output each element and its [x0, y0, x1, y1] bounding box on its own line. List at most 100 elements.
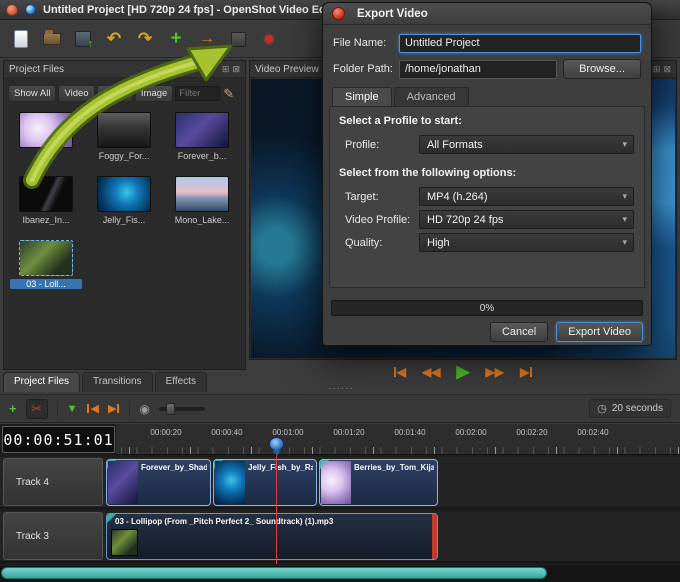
fast-forward-button[interactable]: ▶▶: [486, 365, 504, 379]
tab-advanced[interactable]: Advanced: [394, 87, 469, 106]
undo-icon: ↶: [107, 29, 121, 49]
file-name-label: File Name:: [333, 37, 399, 49]
quality-row: Quality: High: [345, 233, 634, 252]
zoom-slider-handle[interactable]: [166, 403, 175, 415]
profile-arrow-icon: →: [199, 30, 215, 48]
target-dropdown[interactable]: MP4 (h.264): [419, 187, 634, 206]
filter-audio-button[interactable]: Audio: [97, 85, 133, 102]
filter-image-button[interactable]: Image: [135, 85, 173, 102]
panel-float-icon[interactable]: ⊞: [222, 64, 230, 75]
export-video-button[interactable]: ●: [257, 26, 281, 52]
media-item-mono-lake[interactable]: Mono_Lake...: [163, 171, 241, 235]
folder-path-input[interactable]: [399, 60, 557, 79]
jump-start-icon: [394, 367, 396, 377]
previous-marker-button[interactable]: ◀: [86, 402, 98, 415]
media-item-forever[interactable]: Forever_b...: [163, 107, 241, 171]
zoom-level-label: 20 seconds: [612, 403, 663, 414]
panel-close-icon[interactable]: ⊠: [663, 64, 671, 75]
export-dialog-tabs: Simple Advanced: [332, 87, 471, 106]
add-track-icon: +: [9, 401, 17, 416]
center-playhead-button[interactable]: ◉: [139, 402, 149, 416]
dialog-title: Export Video: [357, 8, 428, 20]
tab-effects[interactable]: Effects: [155, 372, 207, 392]
thumbnail-image: [19, 240, 73, 276]
zoom-slider[interactable]: [159, 407, 205, 411]
next-marker-icon: ▶: [108, 402, 116, 415]
project-files-panel: Project Files ⊞ ⊠ Show All Video Audio I…: [3, 60, 246, 370]
redo-button[interactable]: ↷: [133, 26, 157, 52]
target-label: Target:: [345, 191, 419, 203]
browse-button[interactable]: Browse...: [563, 59, 641, 79]
thumbnail-image: [97, 176, 151, 212]
track-row-3: Track 3 03 - Lollipop (From _Pitch Perfe…: [0, 511, 680, 563]
open-project-button[interactable]: [40, 26, 64, 52]
clip-thumbnail: [108, 461, 138, 504]
fullscreen-button[interactable]: [226, 26, 250, 52]
export-button[interactable]: Export Video: [556, 322, 643, 342]
ruler-tick: 00:02:20: [508, 428, 556, 437]
dialog-close-button[interactable]: [332, 7, 345, 20]
add-track-button[interactable]: +: [9, 401, 17, 416]
filter-video-button[interactable]: Video: [58, 85, 94, 102]
media-item-berries[interactable]: Be...: [7, 107, 85, 171]
video-profile-dropdown[interactable]: HD 720p 24 fps: [419, 210, 634, 229]
open-folder-icon: [43, 33, 61, 45]
cancel-button[interactable]: Cancel: [490, 322, 548, 342]
thumbnail-image: [175, 176, 229, 212]
timeline-scrollbar-thumb[interactable]: [1, 567, 547, 579]
splitter-grip[interactable]: ······: [328, 383, 354, 394]
clip-lollipop-audio[interactable]: 03 - Lollipop (From _Pitch Perfect 2_ So…: [106, 513, 438, 560]
dialog-title-bar: Export Video: [323, 3, 651, 25]
playback-controls: ◀ ◀◀ ▶ ▶▶ ▶: [249, 361, 677, 383]
window-close-button[interactable]: [6, 4, 18, 16]
quality-dropdown[interactable]: High: [419, 233, 634, 252]
tab-project-files[interactable]: Project Files: [3, 372, 80, 392]
choose-profile-button[interactable]: →: [195, 26, 219, 52]
record-icon: ●: [264, 29, 274, 49]
tab-transitions[interactable]: Transitions: [82, 372, 153, 392]
clip-forever[interactable]: Forever_by_Shady_S...: [106, 459, 211, 506]
timeline-scrollbar-track[interactable]: [0, 566, 680, 582]
ruler-tick: 00:01:40: [386, 428, 434, 437]
panel-float-icon[interactable]: ⊞: [653, 64, 661, 75]
track-3-label: Track 3: [3, 512, 103, 560]
playhead-handle[interactable]: [269, 437, 284, 451]
zoom-level-control[interactable]: ◷ 20 seconds: [589, 399, 671, 418]
filter-show-all-button[interactable]: Show All: [8, 85, 56, 102]
dock-tabs: Project Files Transitions Effects: [3, 372, 207, 392]
tab-simple[interactable]: Simple: [332, 87, 392, 106]
snapping-button[interactable]: ▼: [67, 403, 78, 415]
clear-filter-icon[interactable]: ✎: [223, 86, 234, 102]
razor-tool-button[interactable]: ✂: [26, 399, 48, 419]
project-files-header: Project Files ⊞ ⊠: [4, 61, 245, 78]
undo-button[interactable]: ↶: [102, 26, 126, 52]
media-item-lollipop-selected[interactable]: 03 - Loll...: [7, 235, 85, 299]
next-marker-button[interactable]: ▶: [108, 402, 120, 415]
rewind-button[interactable]: ◀◀: [422, 365, 440, 379]
new-project-button[interactable]: [9, 26, 33, 52]
media-item-ibanez[interactable]: Ibanez_In...: [7, 171, 85, 235]
jump-end-icon: [530, 367, 532, 377]
play-icon: ▶: [456, 362, 469, 382]
clip-berries[interactable]: Berries_by_Tom_Kijas.j...: [319, 459, 438, 506]
timeline-tracks: Track 4 Forever_by_Shady_S... Jelly_Fish…: [0, 455, 680, 551]
filter-input[interactable]: [175, 86, 220, 101]
file-name-input[interactable]: [399, 34, 641, 53]
razor-icon: ✂: [31, 401, 42, 417]
play-button[interactable]: ▶: [456, 362, 469, 382]
profile-dropdown[interactable]: All Formats: [419, 135, 634, 154]
window-title: Untitled Project [HD 720p 24 fps] - Open…: [43, 4, 326, 16]
panel-close-icon[interactable]: ⊠: [232, 64, 240, 75]
clip-jellyfish[interactable]: Jelly_Fish_by_RaDu_G...: [213, 459, 317, 506]
dialog-buttons: Cancel Export Video: [490, 322, 643, 342]
media-item-foggy-forest[interactable]: Foggy_For...: [85, 107, 163, 171]
jump-start-button[interactable]: ◀: [393, 365, 406, 379]
media-item-jellyfish[interactable]: Jelly_Fis...: [85, 171, 163, 235]
save-icon: [75, 31, 91, 47]
timeline-ruler[interactable]: 00:00:20 00:00:40 00:01:00 00:01:20 00:0…: [116, 424, 680, 455]
ruler-tick: 00:02:40: [569, 428, 617, 437]
jump-end-button[interactable]: ▶: [520, 365, 533, 379]
rewind-icon: ◀◀: [422, 365, 440, 379]
import-files-button[interactable]: +: [164, 26, 188, 52]
save-project-button[interactable]: [71, 26, 95, 52]
